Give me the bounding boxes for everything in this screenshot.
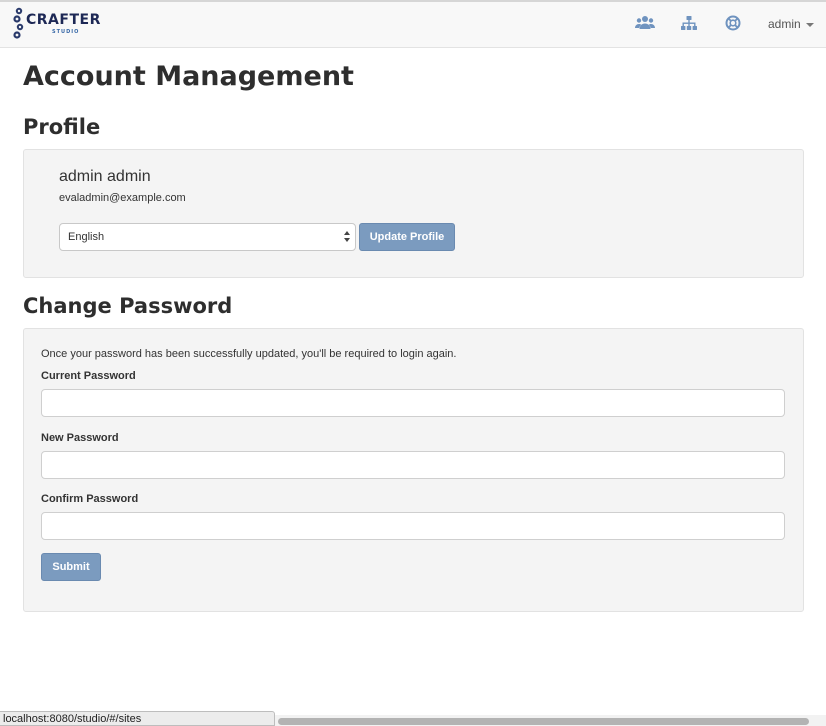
select-arrows-icon xyxy=(344,230,351,244)
profile-heading: Profile xyxy=(23,115,101,139)
help-lifebuoy-icon[interactable] xyxy=(723,14,743,32)
crafter-logo[interactable]: CRAFTER STUDIO xyxy=(12,5,100,43)
new-password-field[interactable] xyxy=(41,451,785,479)
sitemap-icon[interactable] xyxy=(679,14,699,32)
confirm-password-label: Confirm Password xyxy=(41,493,139,505)
language-select[interactable]: English xyxy=(59,223,356,251)
horizontal-scrollbar-thumb[interactable] xyxy=(278,718,809,725)
password-note: Once your password has been successfully… xyxy=(41,348,457,360)
profile-email: evaladmin@example.com xyxy=(59,192,186,204)
logo-subtitle: STUDIO xyxy=(52,29,80,35)
page-title: Account Management xyxy=(23,61,354,92)
caret-down-icon xyxy=(805,22,814,27)
user-menu-label: admin xyxy=(768,17,801,31)
current-password-label: Current Password xyxy=(41,370,136,382)
change-password-heading: Change Password xyxy=(23,294,233,318)
confirm-password-field[interactable] xyxy=(41,512,785,540)
profile-panel: admin admin evaladmin@example.com Englis… xyxy=(23,149,804,278)
status-bar-url: localhost:8080/studio/#/sites xyxy=(0,711,275,726)
update-profile-button[interactable]: Update Profile xyxy=(359,223,455,251)
profile-name: admin admin xyxy=(59,168,151,185)
new-password-label: New Password xyxy=(41,432,119,444)
users-icon[interactable] xyxy=(635,14,655,32)
user-menu-dropdown[interactable]: admin xyxy=(768,17,814,31)
current-password-field[interactable] xyxy=(41,389,785,417)
submit-button[interactable]: Submit xyxy=(41,553,101,581)
logo-wordmark: CRAFTER xyxy=(26,12,101,28)
change-password-panel: Once your password has been successfully… xyxy=(23,328,804,612)
language-select-value: English xyxy=(68,231,105,243)
top-navbar: CRAFTER STUDIO admin xyxy=(0,2,826,48)
